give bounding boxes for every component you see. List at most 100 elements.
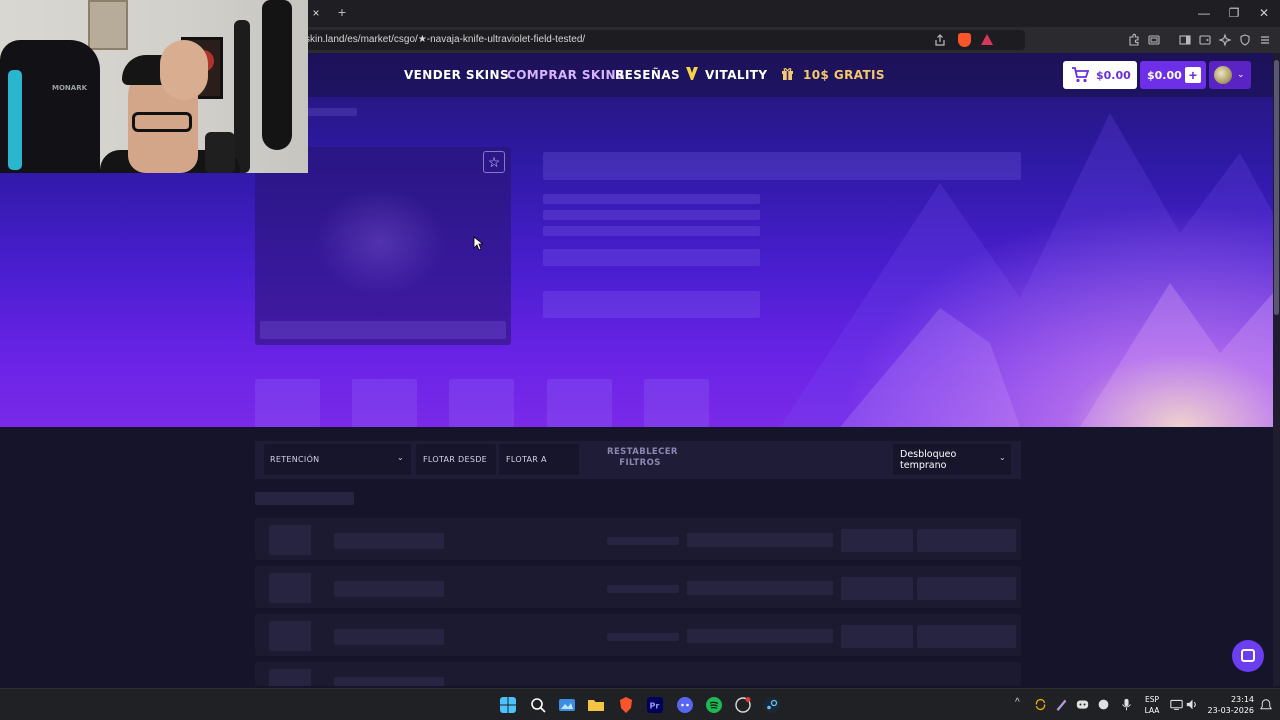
brave-rewards-icon[interactable] <box>981 34 993 45</box>
pen-tray-icon[interactable] <box>1055 698 1068 711</box>
extensions-icon[interactable] <box>1127 33 1141 47</box>
thumbnail-skeleton <box>449 379 514 427</box>
table-row[interactable] <box>255 518 1021 560</box>
network-icon[interactable] <box>1170 698 1183 711</box>
webcam-overlay: MONARK <box>0 0 308 173</box>
language-indicator[interactable]: ESP LAA <box>1142 694 1162 716</box>
item-thumb-skeleton <box>269 669 311 686</box>
url-text[interactable]: skin.land/es/market/csgo/★-navaja-knife-… <box>305 34 585 45</box>
wall-frame <box>88 0 128 50</box>
retention-label: RETENCIÓN <box>270 455 320 464</box>
microphone-icon[interactable] <box>1120 698 1133 711</box>
windows-start-icon[interactable] <box>500 697 516 713</box>
steam-icon[interactable] <box>764 697 780 713</box>
wallet-extension-icon[interactable] <box>1147 33 1161 47</box>
steam-tray-icon[interactable] <box>1097 698 1110 711</box>
float-to-input[interactable]: FLOTAR A <box>499 444 579 475</box>
svg-text:Pr: Pr <box>650 702 660 711</box>
thumbnail-skeleton <box>255 379 320 427</box>
vpn-shield-icon[interactable] <box>1238 33 1252 47</box>
item-action-skeleton <box>917 529 1016 552</box>
widgets-icon[interactable] <box>559 697 575 713</box>
person-hand <box>160 40 208 100</box>
restore-button[interactable]: ❐ <box>1226 5 1242 21</box>
balance-amount: $0.00 <box>1147 69 1182 82</box>
clock-date: 23-03-2026 <box>1207 706 1255 715</box>
menu-icon[interactable] <box>1258 33 1272 47</box>
float-from-input[interactable]: FLOTAR DESDE <box>416 444 496 475</box>
table-row[interactable] <box>255 662 1021 686</box>
reset-filters-button[interactable]: RESTABLECER FILTROS <box>607 447 677 469</box>
sidebar-icon[interactable] <box>1178 33 1192 47</box>
thumbnail-skeleton <box>547 379 612 427</box>
wallet-icon[interactable] <box>1198 33 1212 47</box>
tray-overflow-icon[interactable]: ^ <box>1015 697 1020 708</box>
nav-reviews[interactable]: RESEÑAS <box>615 68 680 82</box>
table-row[interactable] <box>255 614 1021 656</box>
thumbnail-skeleton <box>352 379 417 427</box>
volume-icon[interactable] <box>1186 698 1199 711</box>
notifications-icon[interactable] <box>1260 699 1272 711</box>
search-icon[interactable] <box>530 697 546 713</box>
thumbnail-skeleton <box>644 379 709 427</box>
retention-select[interactable]: RETENCIÓN ⌄ <box>264 444 411 475</box>
guitar-neck <box>234 20 250 173</box>
new-tab-button[interactable]: + <box>335 5 349 19</box>
cart-amount: $0.00 <box>1096 69 1131 82</box>
item-float-skeleton <box>607 537 679 545</box>
item-name-skeleton <box>334 629 444 645</box>
nav-free-10[interactable]: 10$ GRATIS <box>803 68 885 82</box>
close-window-button[interactable]: ✕ <box>1256 5 1272 21</box>
support-chat-button[interactable] <box>1232 640 1264 672</box>
table-row[interactable] <box>255 566 1021 608</box>
nav-buy-skins[interactable]: COMPRAR SKINS <box>507 68 625 82</box>
filters-bar: RETENCIÓN ⌄ FLOTAR DESDE FLOTAR A RESTAB… <box>255 441 1021 479</box>
buy-button-skeleton <box>543 291 760 318</box>
file-explorer-icon[interactable] <box>588 697 604 713</box>
discord-icon[interactable] <box>677 697 693 713</box>
chair-brand-logo: MONARK <box>52 84 88 92</box>
item-action-skeleton <box>841 577 913 600</box>
brave-shield-icon[interactable] <box>958 33 971 47</box>
mouse-cursor-icon <box>473 236 483 251</box>
item-name-skeleton <box>334 533 444 549</box>
product-info-skeleton <box>543 194 760 204</box>
profile-menu-button[interactable]: ⌄ <box>1209 61 1251 89</box>
add-funds-button[interactable]: + <box>1185 67 1201 83</box>
screen: × + — ❐ ✕ skin.land/es/market/csgo/★-nav… <box>0 0 1280 720</box>
steam-alt-icon[interactable] <box>735 697 751 713</box>
item-action-skeleton <box>917 625 1016 648</box>
language-code: ESP <box>1144 695 1160 704</box>
premiere-pro-icon[interactable]: Pr <box>647 697 663 713</box>
item-name-skeleton <box>334 677 444 686</box>
favorite-star-button[interactable]: ☆ <box>483 151 505 173</box>
early-unlock-select[interactable]: Desbloqueo temprano ⌄ <box>893 444 1011 475</box>
product-caption-skeleton <box>260 321 506 339</box>
chair-stripe <box>8 70 22 170</box>
cart-button[interactable]: $0.00 <box>1063 61 1137 89</box>
share-icon[interactable] <box>933 33 947 47</box>
leo-ai-icon[interactable] <box>1218 33 1232 47</box>
listings-section: RETENCIÓN ⌄ FLOTAR DESDE FLOTAR A RESTAB… <box>0 427 1273 686</box>
balance-button[interactable]: $0.00 + <box>1140 61 1206 89</box>
minimize-button[interactable]: — <box>1196 5 1212 21</box>
guitar <box>262 0 292 150</box>
nav-sell-skins[interactable]: VENDER SKINS <box>404 68 509 82</box>
nav-vitality[interactable]: VITALITY <box>705 68 767 82</box>
early-unlock-label: Desbloqueo temprano <box>900 449 957 471</box>
hero-glow <box>813 187 1273 427</box>
tab-close-icon[interactable]: × <box>309 6 323 20</box>
sync-icon[interactable] <box>1034 698 1047 711</box>
scrollbar-thumb[interactable] <box>1274 60 1279 315</box>
item-action-skeleton <box>841 529 913 552</box>
brave-browser-icon[interactable] <box>618 697 634 713</box>
spotify-icon[interactable] <box>706 697 722 713</box>
system-clock[interactable]: 23:14 23-03-2026 <box>1206 694 1255 716</box>
product-info-skeleton <box>543 226 760 236</box>
cart-icon <box>1072 67 1089 83</box>
chat-icon <box>1241 649 1255 662</box>
discord-tray-icon[interactable] <box>1076 698 1089 711</box>
float-to-label: FLOTAR A <box>506 455 547 464</box>
item-price-skeleton <box>687 533 833 547</box>
item-thumb-skeleton <box>269 621 311 651</box>
